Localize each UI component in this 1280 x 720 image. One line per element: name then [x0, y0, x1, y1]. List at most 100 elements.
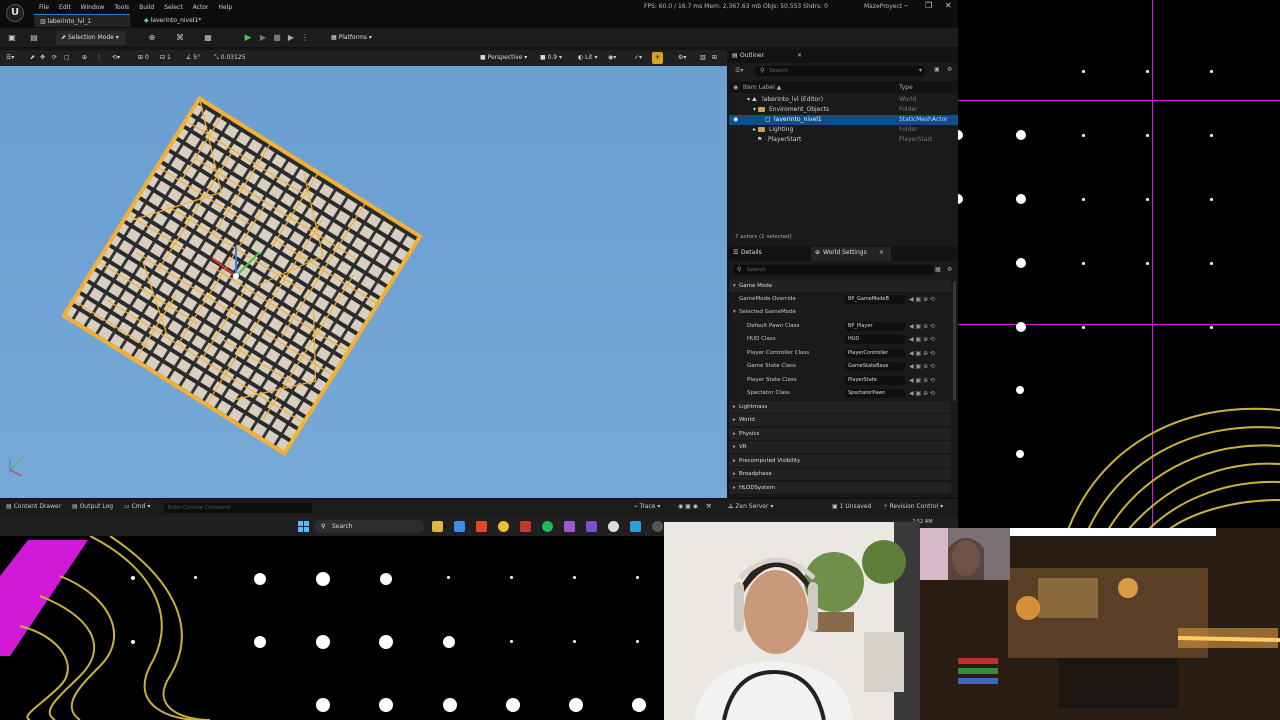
prop-action-icons[interactable]: ◀ ▣ ⊕ ⟲	[909, 374, 935, 387]
outliner-row-folder[interactable]: ▾ Enviroment_Objects Folder	[729, 105, 958, 115]
menu-file[interactable]: File	[34, 3, 54, 13]
rotate-tool-icon[interactable]: ⟳	[52, 52, 57, 64]
blueprint-icon[interactable]: ⌘	[174, 32, 186, 44]
file-explorer-icon[interactable]	[432, 521, 443, 532]
section-physics[interactable]: ▸ Physics	[729, 428, 951, 441]
section-selected-gamemode[interactable]: ▾ Selected GameMode	[729, 306, 951, 319]
app-icon[interactable]	[520, 521, 531, 532]
realtime-icon[interactable]: ✓▾	[634, 52, 642, 64]
section-game-mode[interactable]: ▾ Game Mode	[729, 280, 951, 293]
app-icon[interactable]	[630, 521, 641, 532]
stop-icon[interactable]: ■	[271, 32, 283, 44]
translate-tool-icon[interactable]: ✥	[40, 52, 45, 64]
prop-value-dropdown[interactable]: PlayerController	[845, 349, 905, 358]
camera-speed[interactable]: ■ 0.9 ▾	[540, 52, 562, 64]
prop-value-dropdown[interactable]: GameStateBase	[845, 362, 905, 371]
slack-icon[interactable]	[564, 521, 575, 532]
store-icon[interactable]	[454, 521, 465, 532]
derived-data-icon[interactable]: ⚒	[706, 503, 711, 510]
eject-icon[interactable]: ▶	[285, 32, 297, 44]
minimize-button[interactable]: –	[904, 1, 908, 10]
zen-server-button[interactable]: ⟁ Zen Server ▾	[728, 503, 773, 511]
output-log-button[interactable]: ▤ Output Log	[72, 503, 113, 510]
revision-control-button[interactable]: ⑂ Revision Control ▾	[884, 503, 943, 510]
content-drawer-button[interactable]: ▤ Content Drawer	[6, 503, 61, 510]
prop-value-dropdown[interactable]: SpectatorPawn	[845, 389, 905, 398]
settings-icon[interactable]: ⚙▾	[678, 52, 686, 64]
filter-icon[interactable]: ☰▾	[735, 67, 743, 74]
save-icon[interactable]: ▣	[6, 32, 18, 44]
section-world[interactable]: ▸ World	[729, 414, 951, 427]
prop-action-icons[interactable]: ◀ ▣ ⊕ ⟲	[909, 320, 935, 333]
viewport-menu-icon[interactable]: ☰▾	[6, 52, 14, 64]
spotify-icon[interactable]	[542, 521, 553, 532]
surface-snap-icon[interactable]: ⋮	[96, 52, 102, 64]
outliner-settings-icon[interactable]: ⚙	[947, 66, 952, 73]
select-tool-icon[interactable]: ⬈	[30, 52, 35, 64]
brave-browser-icon[interactable]	[476, 521, 487, 532]
tab-details[interactable]: Details	[741, 249, 762, 256]
prop-action-icons[interactable]: ◀ ▣ ⊕ ⟲	[909, 333, 935, 346]
outliner-row-folder[interactable]: ▸ Lighting Folder	[729, 125, 958, 135]
prop-action-icons[interactable]: ◀ ▣ ⊕ ⟲	[909, 347, 935, 360]
prop-value-dropdown[interactable]: HUD	[845, 335, 905, 344]
scale-tool-icon[interactable]: ▢	[64, 52, 70, 64]
details-settings-icon[interactable]: ⚙	[947, 266, 952, 273]
section-lightmass[interactable]: ▸ Lightmass	[729, 401, 951, 414]
unreal-logo-icon[interactable]: U	[6, 4, 24, 22]
maximize-button[interactable]: ❐	[925, 1, 932, 10]
menu-edit[interactable]: Edit	[54, 3, 76, 13]
console-command-input[interactable]: Enter Console Command	[164, 503, 312, 513]
outliner-close-icon[interactable]: ✕	[797, 52, 802, 59]
skip-frame-icon[interactable]: ▶	[257, 32, 269, 44]
details-scrollbar[interactable]	[953, 281, 956, 401]
details-search-input[interactable]: Search	[733, 265, 933, 275]
grid-snap-icon[interactable]: ⟲▾	[112, 52, 120, 64]
visibility-eye-icon[interactable]: ◉	[733, 115, 738, 125]
visual-studio-icon[interactable]	[586, 521, 597, 532]
outliner-search-input[interactable]: Search	[755, 66, 925, 76]
level-viewport[interactable]	[0, 66, 727, 498]
windows-start-icon[interactable]	[298, 521, 309, 532]
menu-build[interactable]: Build	[134, 3, 159, 13]
tab-static-mesh[interactable]: ◆ laverinto_nivel1*	[138, 14, 258, 27]
unreal-engine-icon[interactable]	[608, 521, 619, 532]
layout-icon[interactable]: ▥	[700, 52, 706, 64]
scale-snap-value[interactable]: ⤡ 0.03125	[214, 52, 246, 64]
add-actor-icon[interactable]: ⊕	[146, 32, 158, 44]
outliner-row-selected-mesh[interactable]: ◉ ▢ laverinto_nivel1 StaticMeshActor	[729, 115, 958, 125]
search-dropdown-icon[interactable]: ▾	[919, 67, 922, 74]
outliner-row-player-start[interactable]: ⚑ PlayerStart PlayerStart	[729, 135, 958, 145]
maximize-viewport-icon[interactable]: ⊞	[712, 52, 717, 64]
menu-help[interactable]: Help	[214, 3, 238, 13]
play-icon[interactable]: ▶	[242, 32, 254, 44]
perspective-dropdown[interactable]: ■ Perspective ▾	[480, 52, 527, 64]
menu-tools[interactable]: Tools	[109, 3, 134, 13]
app-icon[interactable]	[652, 521, 663, 532]
move-snap-value[interactable]: ⊟ 1	[160, 52, 171, 64]
preview-icon[interactable]: ☀	[652, 52, 663, 64]
trace-status-icons[interactable]: ◉ ▣ ◉	[678, 503, 698, 510]
chrome-icon[interactable]	[498, 521, 509, 532]
section-hlod-system[interactable]: ▸ HLODSystem	[729, 482, 951, 495]
platforms-dropdown[interactable]: ▦ Platforms ▾	[326, 31, 378, 45]
trace-dropdown[interactable]: ⌁ Trace ▾	[634, 503, 660, 510]
add-folder-icon[interactable]: ▣	[934, 66, 940, 73]
tab-world-settings[interactable]: ⊕ World Settings ✕	[811, 247, 891, 261]
outliner-row-world[interactable]: ▾ ⛰ laberinto_lvl (Editor) World	[729, 95, 958, 105]
column-type[interactable]: Type	[899, 84, 913, 91]
close-button[interactable]: ✕	[945, 1, 952, 10]
prop-value-dropdown[interactable]: BP_Player	[845, 322, 905, 331]
section-precomputed-visibility[interactable]: ▸ Precomputed Visibility	[729, 455, 951, 468]
column-item-label[interactable]: Item Label ▲	[743, 84, 781, 91]
grid-snap-value[interactable]: ⊞ 0	[138, 52, 149, 64]
menu-select[interactable]: Select	[159, 3, 188, 13]
tab-level[interactable]: ▥ laberinto_lvl_1	[34, 14, 130, 27]
unsaved-button[interactable]: ▣ 1 Unsaved	[832, 503, 871, 510]
details-view-icon[interactable]: ▦	[935, 266, 941, 273]
maze-mesh[interactable]	[0, 66, 727, 498]
content-browser-icon[interactable]: ▤	[28, 32, 40, 44]
view-mode-dropdown[interactable]: ◐ Lit ▾	[578, 52, 597, 64]
section-broadphase[interactable]: ▸ Broadphase	[729, 468, 951, 481]
rotation-snap-value[interactable]: ∠ 5°	[186, 52, 200, 64]
